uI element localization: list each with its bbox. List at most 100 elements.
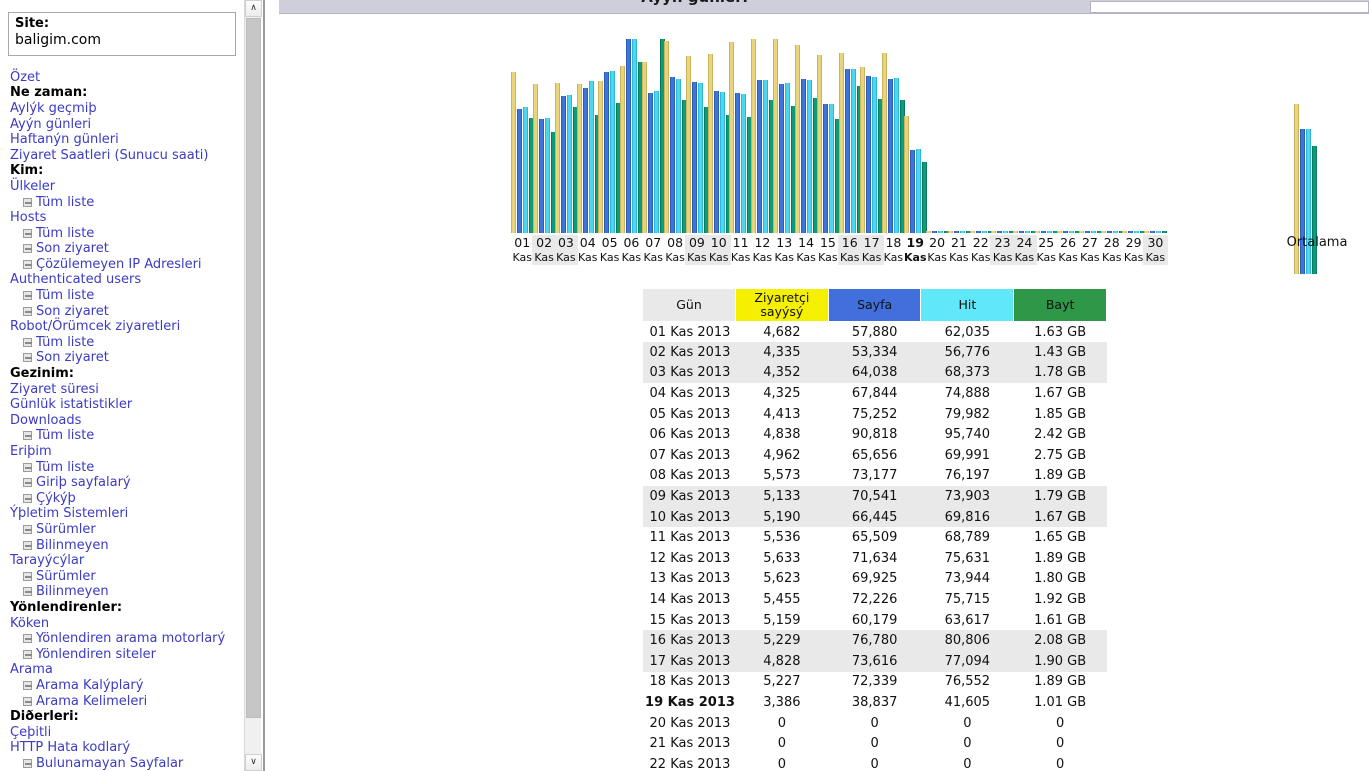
chart-day-group xyxy=(903,14,928,233)
x-tick-month: Kas xyxy=(949,251,969,264)
nav-http-hata-kodlari[interactable]: HTTP Hata kodlarý xyxy=(8,740,246,756)
nav-browser-bilinmeyen[interactable]: Bilinmeyen xyxy=(8,584,246,600)
hscrollbar-thumb[interactable] xyxy=(1090,1,1369,13)
nav-auth-tum-liste[interactable]: Tüm liste xyxy=(8,288,246,304)
nav-giris-sayfalari[interactable]: Giriþ sayfalarý xyxy=(8,475,246,491)
nav-hosts[interactable]: Hosts xyxy=(8,210,246,226)
nav-bulunamayan-sayfalar[interactable]: Bulunamayan Sayfalar xyxy=(8,756,246,771)
cell-visitors: 4,413 xyxy=(763,406,801,422)
cell-bytes: 0 xyxy=(1055,715,1065,731)
nav-erisim[interactable]: Eriþim xyxy=(8,444,246,460)
nav-authenticated-users[interactable]: Authenticated users xyxy=(8,272,246,288)
nav-robot-tum-liste[interactable]: Tüm liste xyxy=(8,335,246,351)
nav-ulkeler-tum-liste[interactable]: Tüm liste xyxy=(8,195,246,211)
nav-hosts-cozulemeyen-ip[interactable]: Çözülemeyen IP Adresleri xyxy=(8,257,246,273)
nav-downloads-tum-liste[interactable]: Tüm liste xyxy=(8,428,246,444)
chart-bar-ziyaretçi-sayýsý xyxy=(904,116,909,233)
chart-bar-bayt xyxy=(1162,231,1168,233)
sidebar-scrollbar[interactable]: ∧ ∨ xyxy=(244,0,262,771)
chart-bar-hit xyxy=(697,83,703,233)
chart-day-group xyxy=(1121,14,1146,233)
nav-koken[interactable]: Köken xyxy=(8,616,246,632)
list-bullet-icon xyxy=(23,758,32,768)
cell-visitors: 5,190 xyxy=(735,506,829,528)
nav-arama-kelimeleri-label: Arama Kelimeleri xyxy=(36,693,148,709)
scroll-down-button[interactable]: ∨ xyxy=(245,754,262,771)
table-header: Gün Ziyaretçi sayýsý Sayfa Hit Bayt xyxy=(642,288,1107,322)
nav-os-bilinmeyen[interactable]: Bilinmeyen xyxy=(8,538,246,554)
chart-bar-sayfa xyxy=(888,78,894,233)
nav-gunluk-istatistikler[interactable]: Günlük istatistikler xyxy=(8,397,246,413)
column-header-bytes[interactable]: Bayt xyxy=(1013,288,1107,322)
cell-hits: 62,035 xyxy=(944,324,991,340)
chart-bar-ziyaretçi-sayýsý xyxy=(1144,231,1150,233)
nav-ziyaret-saatleri[interactable]: Ziyaret Saatleri (Sunucu saati) xyxy=(8,148,246,164)
nav-yonlendiren-arama-motorlari[interactable]: Yönlendiren arama motorlarý xyxy=(8,631,246,647)
nav-yonlendiren-siteler[interactable]: Yönlendiren siteler xyxy=(8,647,246,663)
nav-erisim-tum-liste[interactable]: Tüm liste xyxy=(8,460,246,476)
nav-hosts-son-ziyaret[interactable]: Son ziyaret xyxy=(8,241,246,257)
nav-cesitli[interactable]: Çeþitli xyxy=(8,725,246,741)
cell-visitors: 4,838 xyxy=(763,427,801,443)
chart-day-group xyxy=(969,14,994,233)
table-row: 10 Kas 2013 5,190 66,445 69,816 1.67 GB xyxy=(642,506,1107,528)
cell-bytes: 1.01 GB xyxy=(1034,694,1087,710)
nav-arama-kaliplari[interactable]: Arama Kalýplarý xyxy=(8,678,246,694)
list-bullet-icon xyxy=(23,462,32,472)
list-bullet-icon xyxy=(23,634,32,644)
chart-bar-sayfa xyxy=(1062,231,1068,233)
cell-day: 14 Kas 2013 xyxy=(649,592,731,608)
table-header-row: Gün Ziyaretçi sayýsý Sayfa Hit Bayt xyxy=(642,288,1107,322)
nav-auth-son-ziyaret[interactable]: Son ziyaret xyxy=(8,304,246,320)
nav-isletim-sistemleri[interactable]: Ýþletim Sistemleri xyxy=(8,506,246,522)
nav-downloads[interactable]: Downloads xyxy=(8,413,246,429)
table-row: 13 Kas 2013 5,623 69,925 73,944 1.80 GB xyxy=(643,569,1107,590)
nav-hosts-tum-liste[interactable]: Tüm liste xyxy=(8,226,246,242)
nav-aylik-gecmis[interactable]: Aylýk geçmiþ xyxy=(8,101,246,117)
nav-tarayicilar[interactable]: Tarayýcýlar xyxy=(8,553,246,569)
nav-cikis[interactable]: Çýkýþ xyxy=(8,491,246,507)
chart-bar-sayfa xyxy=(800,78,806,233)
nav-arama[interactable]: Arama xyxy=(8,662,246,678)
nav-arama-kelimeleri[interactable]: Arama Kelimeleri xyxy=(8,694,246,710)
x-tick-day: 28 xyxy=(1103,235,1120,250)
chart-bar-ziyaretçi-sayýsý xyxy=(882,53,888,233)
x-tick-day: 16 xyxy=(841,235,858,250)
list-bullet-icon xyxy=(23,337,32,347)
content-horizontal-scrollbar[interactable]: Ayýn günleri xyxy=(279,0,1369,14)
x-tick-day: 19 xyxy=(906,235,924,250)
x-tick-month: Kas xyxy=(1014,251,1035,264)
nav-robot-son-ziyaret[interactable]: Son ziyaret xyxy=(8,350,246,366)
list-bullet-icon xyxy=(23,571,32,581)
scrollbar-thumb[interactable] xyxy=(246,18,261,718)
chart-bar-hit xyxy=(959,231,965,233)
scroll-up-button[interactable]: ∧ xyxy=(245,0,262,17)
list-bullet-icon xyxy=(23,680,32,690)
chart-bar-hit xyxy=(741,93,747,233)
x-tick-month: Kas xyxy=(796,251,816,264)
cell-pages: 60,179 xyxy=(851,612,898,628)
nav-auth-tum-liste-label: Tüm liste xyxy=(36,288,95,304)
nav-haftanin-gunleri[interactable]: Haftanýn günleri xyxy=(8,132,246,148)
chart-bar-hit xyxy=(654,91,659,233)
column-header-visitors[interactable]: Ziyaretçi sayýsý xyxy=(734,288,829,322)
nav-ayin-gunleri[interactable]: Ayýn günleri xyxy=(8,117,246,133)
nav-os-surumler[interactable]: Sürümler xyxy=(8,522,246,538)
cell-hits: 76,552 xyxy=(944,674,991,690)
chart-day-group xyxy=(1056,14,1081,233)
nav-browser-surumler[interactable]: Sürümler xyxy=(8,569,246,585)
nav-ulkeler[interactable]: Ülkeler xyxy=(8,179,246,195)
column-header-day[interactable]: Gün xyxy=(642,288,736,322)
nav-auth-son-ziyaret-label: Son ziyaret xyxy=(36,303,109,319)
list-bullet-icon xyxy=(23,197,32,207)
nav-ozet[interactable]: Özet xyxy=(8,70,246,86)
chart-bar-sayfa xyxy=(669,76,675,233)
nav-robot-orumcek[interactable]: Robot/Örümcek ziyaretleri xyxy=(8,319,246,335)
chart-day-group xyxy=(1012,14,1037,233)
column-header-pages[interactable]: Sayfa xyxy=(827,288,922,322)
column-header-hits[interactable]: Hit xyxy=(920,288,1015,322)
cell-pages: 72,339 xyxy=(851,674,898,690)
nav-ziyaret-suresi[interactable]: Ziyaret süresi xyxy=(8,382,246,398)
x-tick-month: Kas xyxy=(599,251,620,264)
chart-bar-hit xyxy=(763,79,769,233)
